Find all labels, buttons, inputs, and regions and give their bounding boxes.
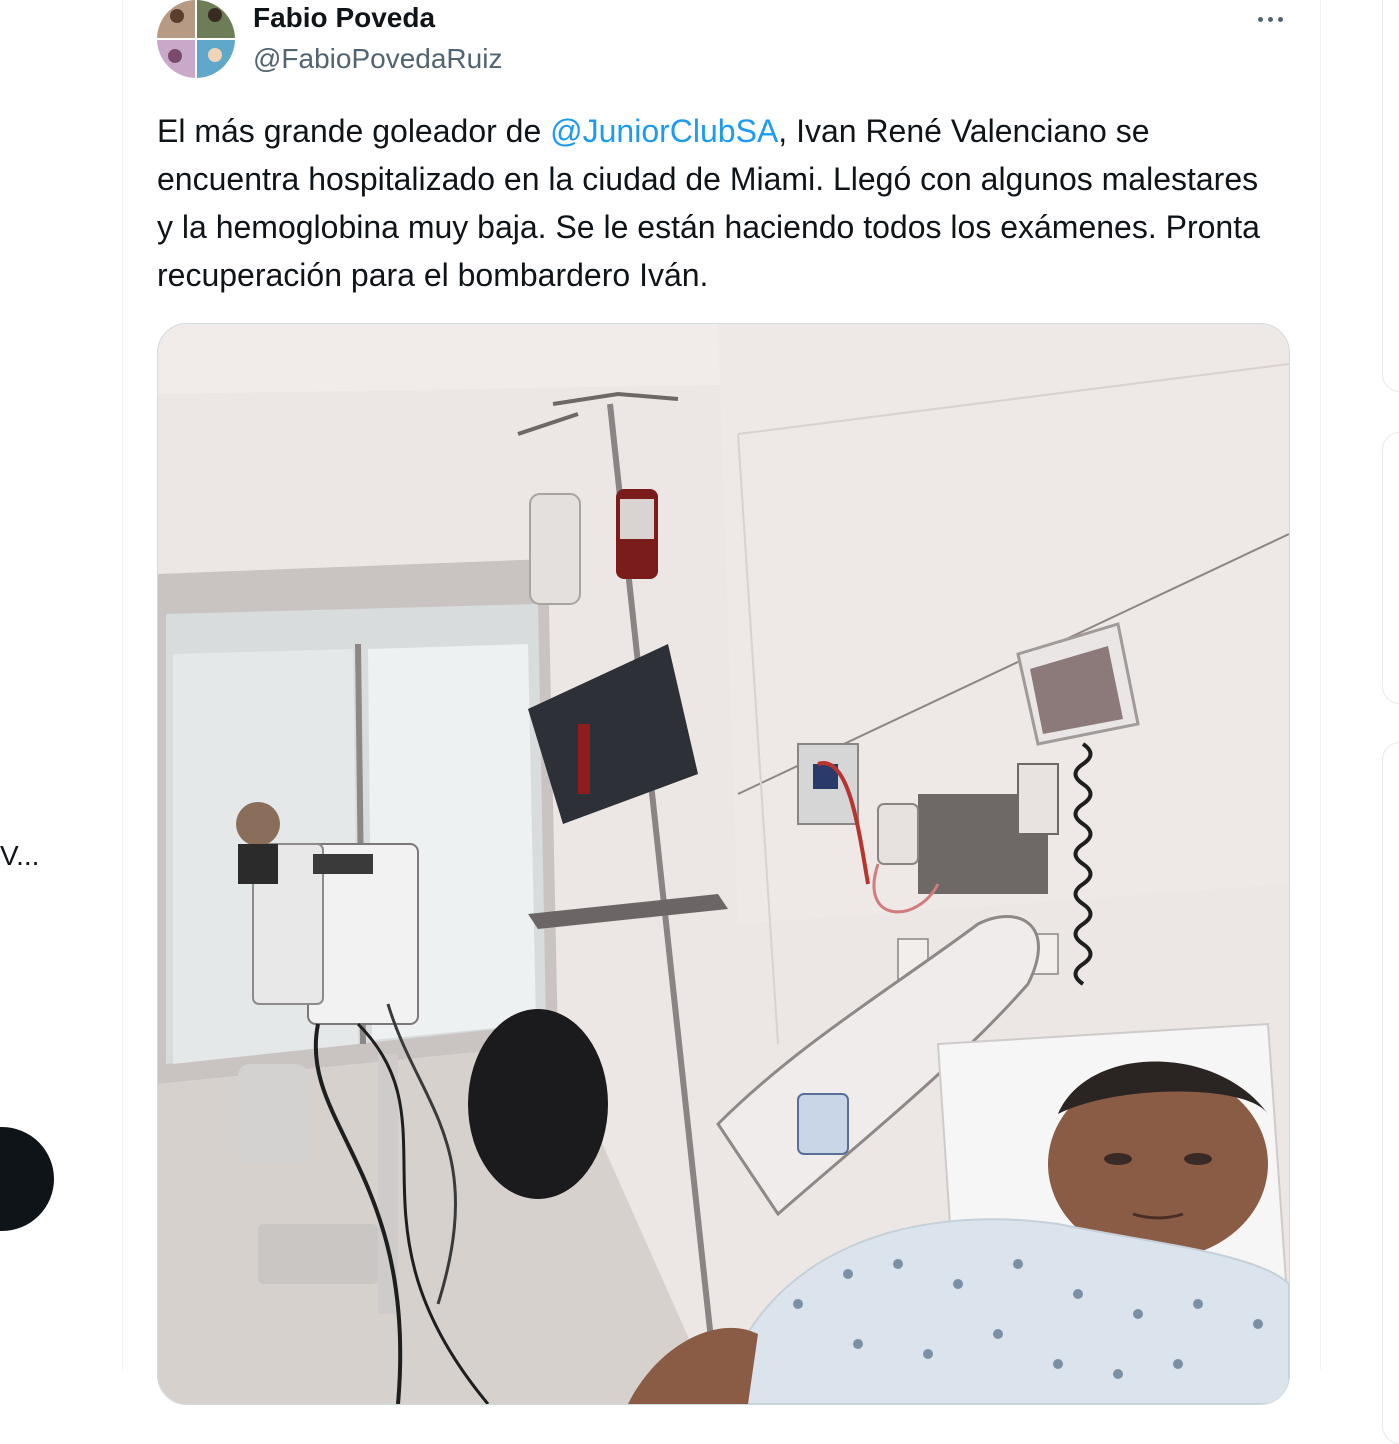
tweet-text: El más grande goleador de @JuniorClubSA,… xyxy=(157,107,1277,299)
author-handle[interactable]: @FabioPovedaRuiz xyxy=(253,43,502,75)
dot-icon xyxy=(1257,16,1263,22)
author-name[interactable]: Fabio Poveda xyxy=(253,2,435,34)
avatar-image xyxy=(157,0,235,78)
hospital-room-photo xyxy=(158,324,1289,1404)
post-button[interactable] xyxy=(0,1127,54,1231)
right-sidebar-card[interactable] xyxy=(1382,432,1399,704)
tweet-text-before: El más grande goleador de xyxy=(157,113,551,149)
right-sidebar-card[interactable] xyxy=(1382,742,1399,1444)
timeline-border-right xyxy=(1320,0,1321,1370)
left-sidebar-truncated-text[interactable]: V... xyxy=(0,840,39,872)
mention-link[interactable]: @JuniorClubSA xyxy=(550,113,778,149)
left-sidebar: V... xyxy=(0,0,122,1370)
tweet-photo[interactable] xyxy=(157,323,1290,1405)
timeline-border-left xyxy=(122,0,123,1370)
dot-icon xyxy=(1267,16,1273,22)
author-avatar[interactable] xyxy=(157,0,235,78)
dot-icon xyxy=(1277,16,1283,22)
more-icon[interactable] xyxy=(1250,2,1290,36)
right-sidebar-card[interactable] xyxy=(1382,0,1399,392)
